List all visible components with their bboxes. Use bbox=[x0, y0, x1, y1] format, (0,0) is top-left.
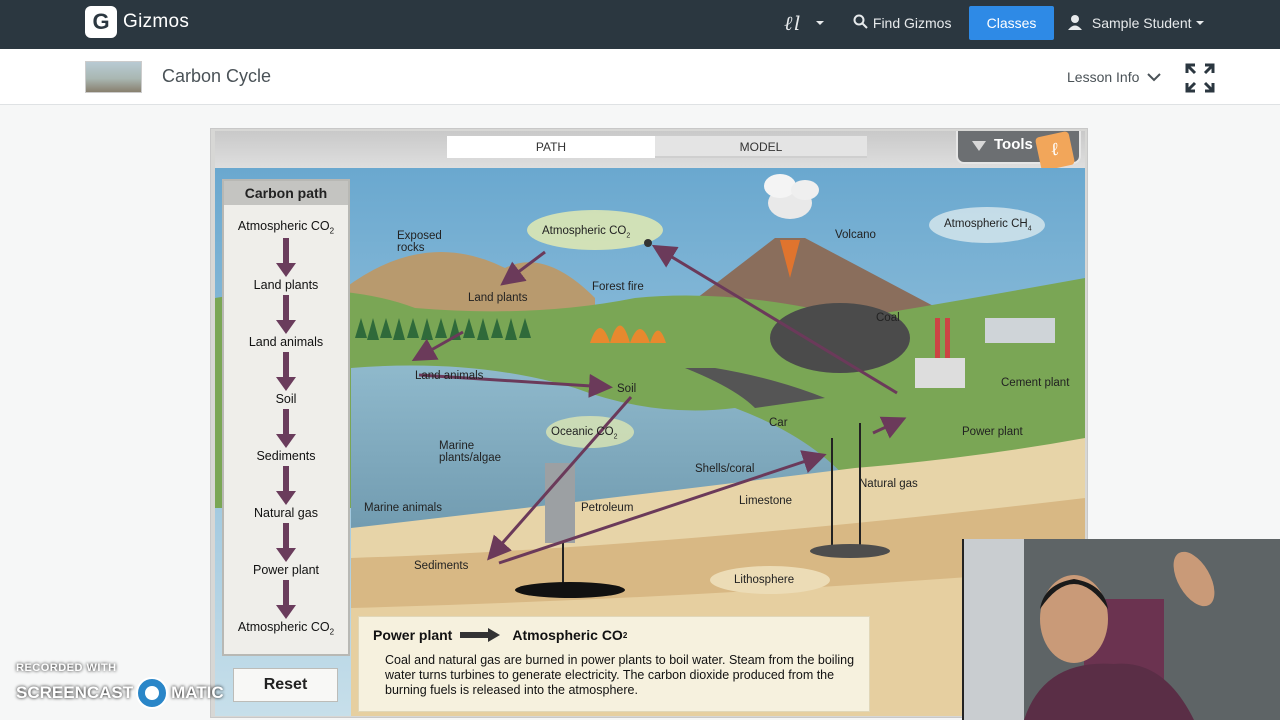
path-description-box: Power plant Atmospheric CO 2 Coal and nat… bbox=[358, 616, 870, 712]
top-nav-bar: G Gizmos ℓl Find Gizmos Classes Sample S… bbox=[0, 0, 1280, 49]
gizmo-thumbnail bbox=[85, 61, 142, 93]
label-exposed-rocks[interactable]: Exposed rocks bbox=[397, 230, 442, 254]
path-arrows bbox=[276, 238, 296, 619]
label-natural-gas[interactable]: Natural gas bbox=[859, 478, 918, 490]
presenter-video bbox=[964, 539, 1280, 720]
svg-text:ℓ: ℓ bbox=[784, 11, 793, 35]
label-volcano[interactable]: Volcano bbox=[835, 229, 876, 241]
el-badge-icon: ℓ bbox=[1034, 130, 1076, 172]
classes-button[interactable]: Classes bbox=[969, 6, 1054, 40]
triangle-down-icon bbox=[972, 141, 986, 151]
label-shells-coral[interactable]: Shells/coral bbox=[695, 463, 754, 475]
description-body: Coal and natural gas are burned in power… bbox=[385, 653, 855, 697]
label-coal[interactable]: Coal bbox=[876, 312, 900, 324]
label-oceanic-co2[interactable]: Oceanic CO2 bbox=[551, 426, 618, 440]
caret-down-icon bbox=[1196, 21, 1205, 25]
gizmo-simulation: PATH MODEL Tools ℓ Carbon path Atmospher… bbox=[210, 128, 1088, 718]
user-name: Sample Student bbox=[1091, 15, 1192, 31]
path-step-land-plants: Land plants bbox=[253, 278, 319, 292]
screencast-watermark: RECORDED WITH SCREENCAST MATIC bbox=[16, 662, 224, 710]
tools-button[interactable]: Tools ℓ bbox=[956, 130, 1081, 172]
label-limestone[interactable]: Limestone bbox=[739, 495, 792, 507]
description-to: Atmospheric CO bbox=[512, 627, 623, 643]
label-power-plant[interactable]: Power plant bbox=[962, 426, 1023, 438]
label-petroleum[interactable]: Petroleum bbox=[581, 502, 633, 514]
screencast-logo-icon bbox=[136, 677, 169, 709]
label-marine-plants[interactable]: Marine plants/algae bbox=[439, 440, 501, 464]
chevron-down-icon bbox=[1147, 73, 1161, 82]
label-atmospheric-ch4[interactable]: Atmospheric CH4 bbox=[944, 218, 1032, 232]
label-sediments[interactable]: Sediments bbox=[414, 560, 468, 572]
lesson-header: Carbon Cycle Lesson Info bbox=[0, 49, 1280, 105]
tools-label: Tools bbox=[994, 136, 1033, 153]
lesson-info-label: Lesson Info bbox=[1067, 69, 1140, 85]
el-menu-button[interactable]: ℓl bbox=[784, 0, 824, 46]
fullscreen-icon[interactable] bbox=[1185, 63, 1215, 93]
label-lithosphere[interactable]: Lithosphere bbox=[734, 574, 794, 586]
description-from: Power plant bbox=[373, 627, 453, 643]
tab-model[interactable]: MODEL bbox=[655, 136, 867, 158]
label-forest-fire[interactable]: Forest fire bbox=[592, 281, 644, 293]
user-icon bbox=[1068, 15, 1082, 30]
right-arrow-icon bbox=[460, 628, 501, 642]
path-step-atmospheric-co2-end: Atmospheric CO2 bbox=[237, 620, 335, 637]
label-marine-animals[interactable]: Marine animals bbox=[364, 502, 442, 514]
reset-button[interactable]: Reset bbox=[233, 668, 338, 702]
el-script-icon: ℓl bbox=[784, 11, 824, 35]
find-gizmos-label: Find Gizmos bbox=[872, 15, 952, 31]
path-step-sediments: Sediments bbox=[256, 449, 316, 463]
carbon-path-title: Carbon path bbox=[224, 181, 348, 205]
description-title: Power plant Atmospheric CO 2 bbox=[373, 627, 628, 643]
page-title: Carbon Cycle bbox=[162, 66, 272, 86]
user-menu[interactable]: Sample Student bbox=[1068, 0, 1205, 46]
label-soil[interactable]: Soil bbox=[617, 383, 636, 395]
webcam-overlay bbox=[962, 539, 1280, 720]
path-step-power-plant: Power plant bbox=[252, 563, 319, 577]
tab-strip: PATH MODEL Tools ℓ bbox=[215, 130, 1085, 172]
carbon-path-panel: Carbon path Atmospheric CO2 Land plants … bbox=[222, 179, 350, 656]
watermark-line2: SCREENCAST MATIC bbox=[16, 676, 224, 710]
path-step-land-animals: Land animals bbox=[248, 335, 324, 349]
label-atmospheric-co2[interactable]: Atmospheric CO2 bbox=[542, 225, 630, 239]
watermark-line1: RECORDED WITH bbox=[16, 662, 117, 674]
label-cement-plant[interactable]: Cement plant bbox=[1001, 377, 1069, 389]
label-car[interactable]: Car bbox=[769, 417, 788, 429]
tab-path[interactable]: PATH bbox=[447, 136, 655, 158]
path-step-soil: Soil bbox=[275, 392, 297, 406]
search-icon bbox=[853, 14, 868, 29]
logo-mark: G bbox=[85, 6, 117, 38]
find-gizmos-link[interactable]: Find Gizmos bbox=[853, 0, 951, 46]
gizmos-logo[interactable]: G Gizmos bbox=[85, 6, 189, 38]
label-land-plants[interactable]: Land plants bbox=[468, 292, 527, 304]
logo-text: Gizmos bbox=[123, 11, 190, 32]
lesson-info-toggle[interactable]: Lesson Info bbox=[1067, 69, 1161, 85]
svg-text:l: l bbox=[794, 11, 800, 35]
path-step-atmospheric-co2: Atmospheric CO2 bbox=[237, 219, 335, 236]
label-land-animals[interactable]: Land animals bbox=[415, 370, 483, 382]
path-step-natural-gas: Natural gas bbox=[254, 506, 318, 520]
carbon-cycle-scene: Carbon path Atmospheric CO2 Land plants … bbox=[215, 168, 1085, 716]
